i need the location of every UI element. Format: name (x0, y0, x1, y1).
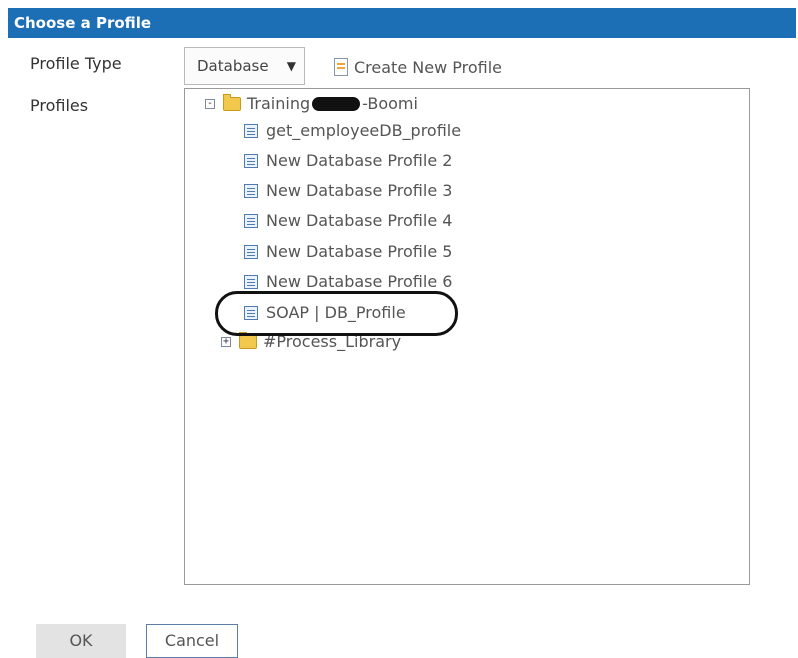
profile-type-value: Database (197, 57, 269, 75)
cancel-button[interactable]: Cancel (146, 624, 238, 658)
tree-item[interactable]: New Database Profile 5 (244, 242, 452, 261)
create-new-profile-label: Create New Profile (354, 57, 502, 77)
expand-icon[interactable]: + (221, 336, 231, 347)
folder-icon (239, 331, 257, 349)
tree-item-label: New Database Profile 3 (266, 181, 453, 200)
tree-folder-training[interactable]: - Training -Boomi (205, 93, 418, 113)
folder-icon (223, 93, 241, 111)
profile-icon (244, 153, 258, 168)
profile-icon (244, 274, 258, 289)
profile-type-select[interactable]: Database ▼ (184, 47, 305, 85)
tree-item-soap-db-profile[interactable]: SOAP | DB_Profile (244, 303, 406, 322)
tree-item[interactable]: New Database Profile 4 (244, 211, 452, 230)
tree-item[interactable]: get_employeeDB_profile (244, 121, 461, 140)
tree-item-label: New Database Profile 4 (266, 211, 453, 230)
redaction-mark (312, 96, 361, 111)
tree-item-label: New Database Profile 6 (266, 272, 453, 291)
tree-item-label: New Database Profile 5 (266, 242, 453, 261)
tree-item[interactable]: New Database Profile 2 (244, 151, 452, 170)
folder-label: #Process_Library (263, 332, 402, 351)
profiles-label: Profiles (30, 96, 89, 115)
tree-item-label: New Database Profile 2 (266, 151, 453, 170)
tree-item-label: get_employeeDB_profile (266, 121, 462, 140)
profile-type-label: Profile Type (30, 54, 122, 73)
chevron-down-icon: ▼ (286, 59, 296, 73)
folder-label-suffix: -Boomi (362, 94, 418, 113)
tree-item[interactable]: New Database Profile 3 (244, 181, 452, 200)
folder-label-prefix: Training (247, 94, 311, 113)
collapse-icon[interactable]: - (205, 98, 215, 109)
profile-icon (244, 183, 258, 198)
tree-item[interactable]: New Database Profile 6 (244, 272, 452, 291)
dialog-title: Choose a Profile (8, 8, 796, 38)
new-document-icon (334, 58, 348, 76)
profile-icon (244, 123, 258, 138)
ok-button[interactable]: OK (36, 624, 126, 658)
tree-item-label: SOAP | DB_Profile (266, 303, 406, 322)
tree-folder-process-library[interactable]: + #Process_Library (221, 331, 402, 351)
create-new-profile-link[interactable]: Create New Profile (334, 55, 502, 79)
profile-icon (244, 213, 258, 228)
profile-icon (244, 305, 258, 320)
profile-icon (244, 244, 258, 259)
